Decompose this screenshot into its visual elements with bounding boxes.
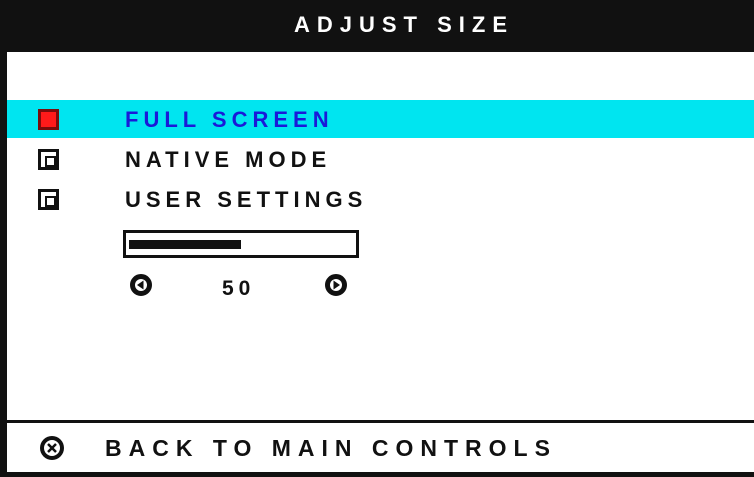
radio-checked-icon (38, 109, 59, 130)
back-to-main-controls-button[interactable]: BACK TO MAIN CONTROLS (7, 428, 754, 468)
page-title: ADJUST SIZE (293, 12, 515, 37)
menu-item-native-mode[interactable]: NATIVE MODE (7, 140, 754, 178)
size-slider[interactable] (123, 230, 359, 258)
menu-item-label: FULL SCREEN (125, 107, 334, 132)
divider (7, 420, 754, 423)
radio-unchecked-icon (38, 149, 59, 170)
menu-item-label: USER SETTINGS (125, 187, 368, 212)
slider-fill (129, 240, 241, 249)
exit-icon (40, 436, 64, 460)
slider-value: 50 (222, 277, 256, 300)
left-arrow-icon[interactable] (130, 274, 152, 296)
title-bar: ADJUST SIZE (7, 0, 754, 52)
menu-item-label: NATIVE MODE (125, 147, 332, 172)
right-arrow-icon[interactable] (325, 274, 347, 296)
menu-item-user-settings[interactable]: USER SETTINGS (7, 180, 754, 218)
menu-item-full-screen[interactable]: FULL SCREEN (7, 100, 754, 138)
radio-unchecked-icon (38, 189, 59, 210)
osd-window: ADJUST SIZE FULL SCREEN NATIVE MODE USER… (0, 0, 754, 477)
back-label: BACK TO MAIN CONTROLS (105, 435, 557, 461)
